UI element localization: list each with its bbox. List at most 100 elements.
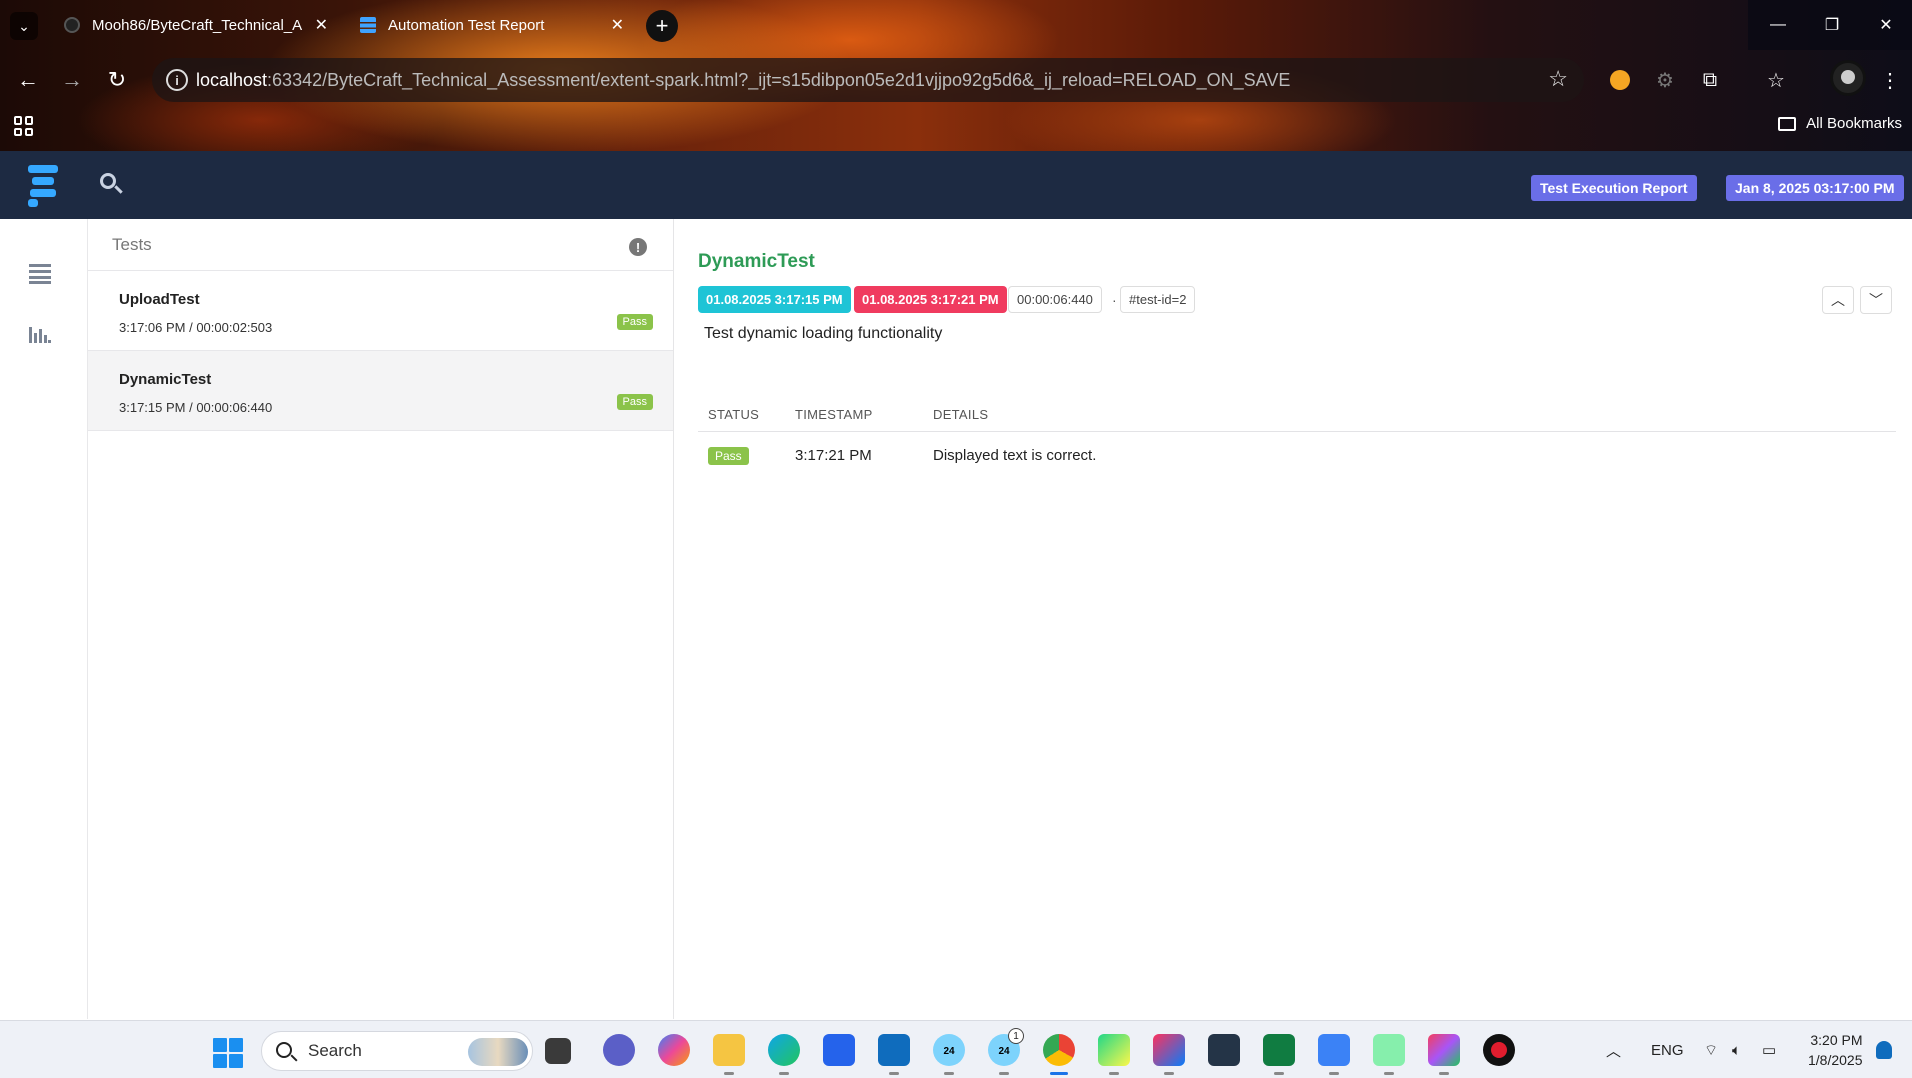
notification-count: 1: [1008, 1028, 1024, 1044]
expand-down-button[interactable]: ﹀: [1860, 286, 1892, 314]
minimize-icon[interactable]: —: [1750, 0, 1806, 50]
profile-avatar[interactable]: [1830, 60, 1866, 96]
extent-report-icon: [360, 17, 376, 33]
test-name: UploadTest: [119, 291, 200, 308]
system-clock[interactable]: 3:20 PM 1/8/2025: [1808, 1030, 1863, 1070]
calendar-number: 24: [998, 1045, 1010, 1057]
status-badge: Pass: [616, 314, 653, 330]
close-window-icon[interactable]: ✕: [1858, 0, 1912, 50]
all-bookmarks-label: All Bookmarks: [1806, 115, 1902, 132]
tab-bar: ⌄ Mooh86/ByteCraft_Technical_A ✕ Automat…: [0, 0, 1912, 50]
taskbar-search-label: Search: [308, 1041, 362, 1060]
test-time-duration: 3:17:15 PM / 00:00:06:440: [119, 400, 273, 415]
back-arrow-icon[interactable]: ←: [12, 64, 44, 96]
battery-icon[interactable]: ▭: [1762, 1021, 1776, 1078]
site-info-icon[interactable]: i: [166, 69, 188, 91]
bookmarks-list-icon[interactable]: ☆: [1762, 66, 1790, 94]
edge-icon[interactable]: [768, 1034, 800, 1075]
github-icon: [64, 17, 80, 33]
bookmark-star-icon[interactable]: ☆: [1548, 66, 1568, 92]
language-indicator[interactable]: ENG: [1651, 1021, 1684, 1078]
taskbar-search[interactable]: Search: [261, 1031, 533, 1071]
info-exclamation-icon[interactable]: !: [629, 238, 647, 256]
tab-search-button[interactable]: ⌄: [10, 12, 38, 40]
close-tab-icon[interactable]: ✕: [315, 15, 328, 35]
file-explorer-icon[interactable]: [713, 1034, 745, 1075]
search-icon[interactable]: [100, 173, 123, 195]
new-tab-button[interactable]: +: [646, 10, 678, 42]
test-list-header: Tests !: [88, 219, 673, 271]
all-bookmarks-button[interactable]: All Bookmarks: [1778, 115, 1902, 132]
test-list-panel: Tests ! UploadTest 3:17:06 PM / 00:00:02…: [88, 219, 674, 1019]
task-view-icon[interactable]: [545, 1038, 571, 1064]
browser-tab-github[interactable]: Mooh86/ByteCraft_Technical_A ✕: [50, 6, 340, 44]
start-time-chip: 01.08.2025 3:17:15 PM: [698, 286, 851, 313]
microsoft-store-icon[interactable]: [823, 1034, 855, 1066]
pocket-app-icon[interactable]: [1208, 1034, 1240, 1066]
separator-dot: ·: [1112, 292, 1117, 308]
tray-chevron-icon[interactable]: ︿: [1606, 1021, 1621, 1078]
log-details: Displayed text is correct.: [933, 447, 1097, 464]
extent-logo-icon: [28, 163, 62, 207]
windows-start-icon[interactable]: [213, 1038, 243, 1068]
record-icon[interactable]: [1483, 1034, 1515, 1066]
log-table-header: STATUS TIMESTAMP DETAILS: [698, 398, 1896, 432]
tab-title: Mooh86/ByteCraft_Technical_A: [92, 16, 303, 34]
tests-heading: Tests: [112, 234, 152, 254]
test-id-chip: #test-id=2: [1120, 286, 1196, 313]
collapse-up-button[interactable]: ︿: [1822, 286, 1854, 314]
clock-time: 3:20 PM: [1810, 1032, 1863, 1048]
paint-icon[interactable]: [1373, 1034, 1405, 1075]
calendar-app-icon[interactable]: 24: [933, 1034, 965, 1075]
folder-icon: [1778, 116, 1797, 131]
test-description: Test dynamic loading functionality: [704, 325, 943, 342]
chevron-down-icon: ﹀: [1869, 292, 1883, 308]
url-path: :63342/ByteCraft_Technical_Assessment/ex…: [267, 69, 1291, 90]
extension-icon[interactable]: [1606, 66, 1634, 94]
volume-icon[interactable]: 🔈︎: [1732, 1021, 1741, 1078]
browser-tab-report[interactable]: Automation Test Report ✕: [346, 6, 636, 44]
table-row: Pass 3:17:21 PM Displayed text is correc…: [698, 432, 1896, 482]
extensions-puzzle-icon[interactable]: ⧉: [1696, 66, 1724, 94]
test-list-icon[interactable]: [29, 264, 51, 284]
excel-icon[interactable]: [1263, 1034, 1295, 1075]
copilot-icon[interactable]: [658, 1034, 690, 1066]
test-detail-title: DynamicTest: [698, 251, 815, 272]
wifi-icon[interactable]: ⌔: [1704, 1021, 1718, 1078]
chrome-icon[interactable]: [1043, 1034, 1075, 1075]
navigation-row: ← → ↻ i localhost:63342/ByteCraft_Techni…: [0, 56, 1912, 102]
restore-icon[interactable]: ❐: [1804, 0, 1860, 50]
log-table: STATUS TIMESTAMP DETAILS Pass 3:17:21 PM…: [698, 398, 1896, 482]
test-item-dynamictest[interactable]: DynamicTest 3:17:15 PM / 00:00:06:440 Pa…: [88, 351, 673, 431]
outlook-icon[interactable]: [878, 1034, 910, 1075]
reload-icon[interactable]: ↻: [101, 64, 133, 96]
calendar-app-icon-2[interactable]: 24 1: [988, 1028, 1024, 1075]
pycharm-icon[interactable]: [1098, 1034, 1130, 1075]
extension-gear-icon[interactable]: ⚙: [1651, 66, 1679, 94]
column-header-timestamp: TIMESTAMP: [795, 407, 873, 422]
clock-date: 1/8/2025: [1808, 1052, 1863, 1068]
test-item-uploadtest[interactable]: UploadTest 3:17:06 PM / 00:00:02:503 Pas…: [88, 271, 673, 351]
calendar-number: 24: [943, 1045, 955, 1057]
teams-chat-icon[interactable]: [603, 1034, 635, 1066]
duration-chip: 00:00:06:440: [1008, 286, 1102, 313]
report-name-badge: Test Execution Report: [1531, 175, 1697, 201]
test-name: DynamicTest: [119, 371, 212, 388]
forward-arrow-icon[interactable]: →: [56, 64, 88, 96]
dashboard-chart-icon[interactable]: [29, 323, 51, 343]
browser-chrome: ⌄ Mooh86/ByteCraft_Technical_A ✕ Automat…: [0, 0, 1912, 151]
menu-kebab-icon[interactable]: ⋮: [1876, 66, 1904, 94]
bookmarks-bar: All Bookmarks: [0, 110, 1912, 140]
apps-grid-icon[interactable]: [14, 116, 34, 136]
app-icon[interactable]: [1428, 1034, 1460, 1075]
report-date-badge: Jan 8, 2025 03:17:00 PM: [1726, 175, 1904, 201]
column-header-status: STATUS: [708, 407, 760, 422]
photos-icon[interactable]: [1318, 1034, 1350, 1075]
status-badge: Pass: [616, 394, 653, 410]
status-badge: Pass: [708, 447, 749, 465]
address-bar[interactable]: i localhost:63342/ByteCraft_Technical_As…: [152, 58, 1584, 102]
notification-bell-icon[interactable]: [1876, 1041, 1892, 1059]
intellij-icon[interactable]: [1153, 1034, 1185, 1075]
close-tab-icon[interactable]: ✕: [611, 15, 624, 35]
search-highlight-image: [468, 1038, 528, 1066]
